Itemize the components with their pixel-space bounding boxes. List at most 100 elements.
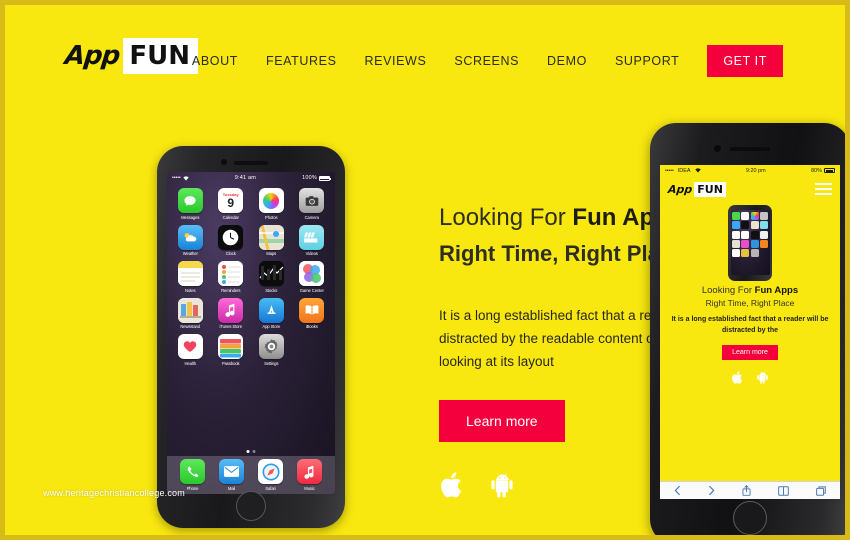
app-icon-photos[interactable]: Photos [254, 188, 289, 220]
ios-status-bar: ••••• 9:41 am 100% [167, 172, 335, 184]
app-label: iTunes Store [219, 324, 242, 329]
logo-fun-text: FUN [123, 38, 198, 74]
learn-more-button[interactable]: Learn more [439, 399, 565, 442]
android-icon[interactable] [756, 370, 769, 390]
app-icon-maps[interactable]: Maps [254, 224, 289, 256]
status-carrier-group: ••••• [172, 175, 189, 181]
app-label: Weather [182, 251, 198, 256]
front-camera-icon [221, 159, 227, 165]
forward-icon[interactable] [708, 485, 715, 496]
clock-icon [218, 224, 244, 250]
android-icon[interactable] [489, 470, 515, 500]
app-icon-videos[interactable]: Videos [295, 224, 330, 256]
weather-icon [177, 224, 203, 250]
dock-item-mail[interactable]: Mail [219, 459, 244, 491]
app-icon-itunes-store[interactable]: iTunes Store [214, 297, 249, 329]
app-label: Clock [225, 251, 236, 256]
signal-dots-icon: ••••• [665, 167, 674, 174]
gear-icon [258, 334, 284, 359]
camera-icon [299, 188, 325, 213]
calendar-icon: Tuesday 9 [218, 188, 244, 213]
dock-label: Safari [265, 485, 276, 491]
mobile-learn-more-button[interactable]: Learn more [722, 344, 778, 360]
nav-item-about[interactable]: ABOUT [192, 54, 238, 68]
dock-item-phone[interactable]: Phone [180, 459, 205, 491]
main-navigation: ABOUT FEATURES REVIEWS SCREENS DEMO SUPP… [192, 45, 783, 77]
app-label: Maps [266, 251, 277, 256]
battery-percent: 100% [302, 175, 317, 181]
app-label: Videos [305, 251, 318, 256]
safari-icon [258, 459, 283, 485]
battery-icon [824, 168, 836, 173]
app-icon-weather[interactable]: Weather [173, 224, 208, 256]
newsstand-icon [177, 297, 203, 323]
nav-item-features[interactable]: FEATURES [266, 54, 337, 68]
mobile-hero-phone-screen [730, 210, 770, 275]
mobile-logo[interactable]: App FUN [667, 181, 726, 197]
watermark-text: www.heritagechristiancollege.com [43, 488, 185, 498]
home-button[interactable] [733, 501, 767, 535]
app-label: Newsstand [180, 324, 201, 329]
wifi-icon [694, 168, 701, 173]
apple-icon[interactable] [731, 370, 744, 390]
nav-item-demo[interactable]: DEMO [547, 54, 587, 68]
nav-item-support[interactable]: SUPPORT [615, 54, 679, 68]
app-label: App Store [262, 324, 281, 329]
site-logo[interactable]: App FUN [63, 38, 198, 74]
app-icon-messages[interactable]: Messages [173, 188, 208, 220]
carrier-name: IDEA [677, 167, 691, 174]
app-icon-clock[interactable]: Clock [214, 224, 249, 256]
phone-left-screen: ••••• 9:41 am 100% Messages Tuesday 9 Ca… [167, 172, 335, 494]
earpiece-speaker [234, 161, 268, 165]
passbook-icon [218, 334, 244, 359]
app-label: Stocks [265, 287, 278, 293]
apple-icon[interactable] [439, 470, 465, 500]
phone-mockup-left: ••••• 9:41 am 100% Messages Tuesday 9 Ca… [157, 146, 345, 528]
dock-label: Mail [227, 485, 236, 491]
front-camera-icon [714, 145, 721, 152]
app-icon-settings[interactable]: Settings [254, 334, 289, 366]
safari-browser-toolbar [660, 481, 840, 499]
app-label: Camera [304, 214, 319, 220]
mobile-status-bar: ••••• IDEA 9:20 pm 80% [660, 165, 840, 176]
phone-icon [180, 459, 205, 485]
status-time: 9:20 pm [745, 167, 766, 174]
back-icon[interactable] [674, 485, 681, 496]
mail-icon [219, 459, 244, 485]
earpiece-speaker [730, 147, 770, 151]
app-icon-health[interactable]: Health [173, 334, 208, 366]
app-icon-stocks[interactable]: Stocks [254, 261, 289, 293]
photos-icon [258, 188, 284, 213]
app-icon-passbook[interactable]: Passbook [214, 334, 249, 366]
hamburger-icon[interactable] [815, 182, 832, 196]
home-screen-page-dots [246, 450, 256, 453]
game-center-icon [299, 261, 325, 286]
bookmarks-icon[interactable] [778, 485, 789, 496]
app-slot-empty [295, 334, 330, 366]
app-icon-newsstand[interactable]: Newsstand [173, 297, 208, 329]
status-carrier-group: ••••• IDEA [665, 168, 701, 174]
dock-item-music[interactable]: Music [297, 459, 322, 491]
nav-item-reviews[interactable]: REVIEWS [365, 54, 427, 68]
app-icon-ibooks[interactable]: iBooks [295, 297, 330, 329]
mobile-logo-fun-text: FUN [694, 181, 726, 197]
share-icon[interactable] [742, 485, 751, 496]
get-it-button[interactable]: GET IT [707, 45, 783, 77]
itunes-store-icon [218, 297, 244, 323]
messages-icon [177, 188, 203, 213]
tabs-icon[interactable] [816, 485, 827, 496]
nav-item-screens[interactable]: SCREENS [454, 54, 519, 68]
app-icon-game-center[interactable]: Game Center [295, 261, 330, 293]
app-icon-notes[interactable]: Notes [173, 261, 208, 293]
app-icon-reminders[interactable]: Reminders [214, 261, 249, 293]
mobile-hero-copy: Looking For Fun Apps Right Time, Right P… [660, 283, 840, 390]
home-button[interactable] [236, 491, 266, 521]
app-label: Health [184, 360, 196, 366]
mobile-site-header: App FUN [660, 176, 840, 202]
app-icon-camera[interactable]: Camera [295, 188, 330, 220]
dock-item-safari[interactable]: Safari [258, 459, 283, 491]
app-label: Passbook [221, 360, 240, 366]
maps-icon [258, 224, 284, 250]
app-icon-app-store[interactable]: App Store [254, 297, 289, 329]
app-icon-calendar[interactable]: Tuesday 9 Calendar [214, 188, 249, 220]
